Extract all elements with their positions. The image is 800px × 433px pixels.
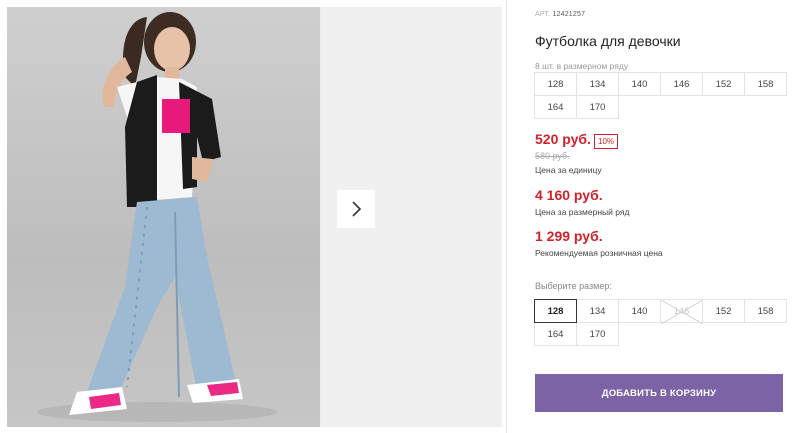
pack-size-grid: 128 134 140 146 152 158 164 170 — [534, 72, 787, 119]
pack-size-cell: 128 — [534, 72, 577, 96]
pack-size-cell: 140 — [618, 72, 661, 96]
divider — [506, 0, 507, 433]
size-option[interactable]: 170 — [576, 322, 619, 346]
size-option[interactable]: 140 — [618, 299, 661, 323]
size-option[interactable]: 164 — [534, 322, 577, 346]
product-photo — [7, 7, 320, 427]
old-price: 580 руб. — [535, 151, 570, 161]
article-value: 12421257 — [552, 11, 586, 18]
size-option[interactable]: 152 — [702, 299, 745, 323]
row-price: 4 160 руб. — [535, 187, 603, 203]
pack-size-cell: 134 — [576, 72, 619, 96]
gallery-next-button[interactable] — [337, 190, 375, 228]
product-title: Футболка для девочки — [535, 33, 681, 49]
size-option-unavailable: 146 — [660, 299, 703, 324]
size-picker-label: Выберите размер: — [535, 281, 612, 291]
article-number: АРТ. 12421257 — [535, 11, 585, 18]
unit-price: 520 руб. — [535, 131, 591, 147]
discount-badge: 10% — [594, 134, 619, 149]
retail-price: 1 299 руб. — [535, 228, 603, 244]
add-to-cart-button[interactable]: ДОБАВИТЬ В КОРЗИНУ — [535, 374, 783, 412]
unavailable-cross-icon — [661, 300, 703, 324]
pack-size-cell: 146 — [660, 72, 703, 96]
girl-photo-illustration — [37, 12, 277, 422]
chevron-right-icon — [352, 201, 362, 217]
size-option[interactable]: 134 — [576, 299, 619, 323]
size-option[interactable]: 158 — [744, 299, 787, 323]
pack-size-cell: 158 — [744, 72, 787, 96]
pack-size-cell: 170 — [576, 95, 619, 119]
unit-price-caption: Цена за единицу — [535, 165, 602, 175]
pack-size-cell: 152 — [702, 72, 745, 96]
size-option-selected[interactable]: 128 — [534, 299, 577, 323]
article-label: АРТ. — [535, 11, 551, 18]
row-price-caption: Цена за размерный ряд — [535, 207, 630, 217]
pack-note: 8 шт. в размерном ряду — [535, 61, 629, 71]
size-picker: 128 134 140 146 152 158 164 170 — [534, 299, 787, 346]
product-gallery — [7, 7, 502, 427]
retail-price-caption: Рекомендуемая розничная цена — [535, 248, 663, 258]
pack-size-cell: 164 — [534, 95, 577, 119]
